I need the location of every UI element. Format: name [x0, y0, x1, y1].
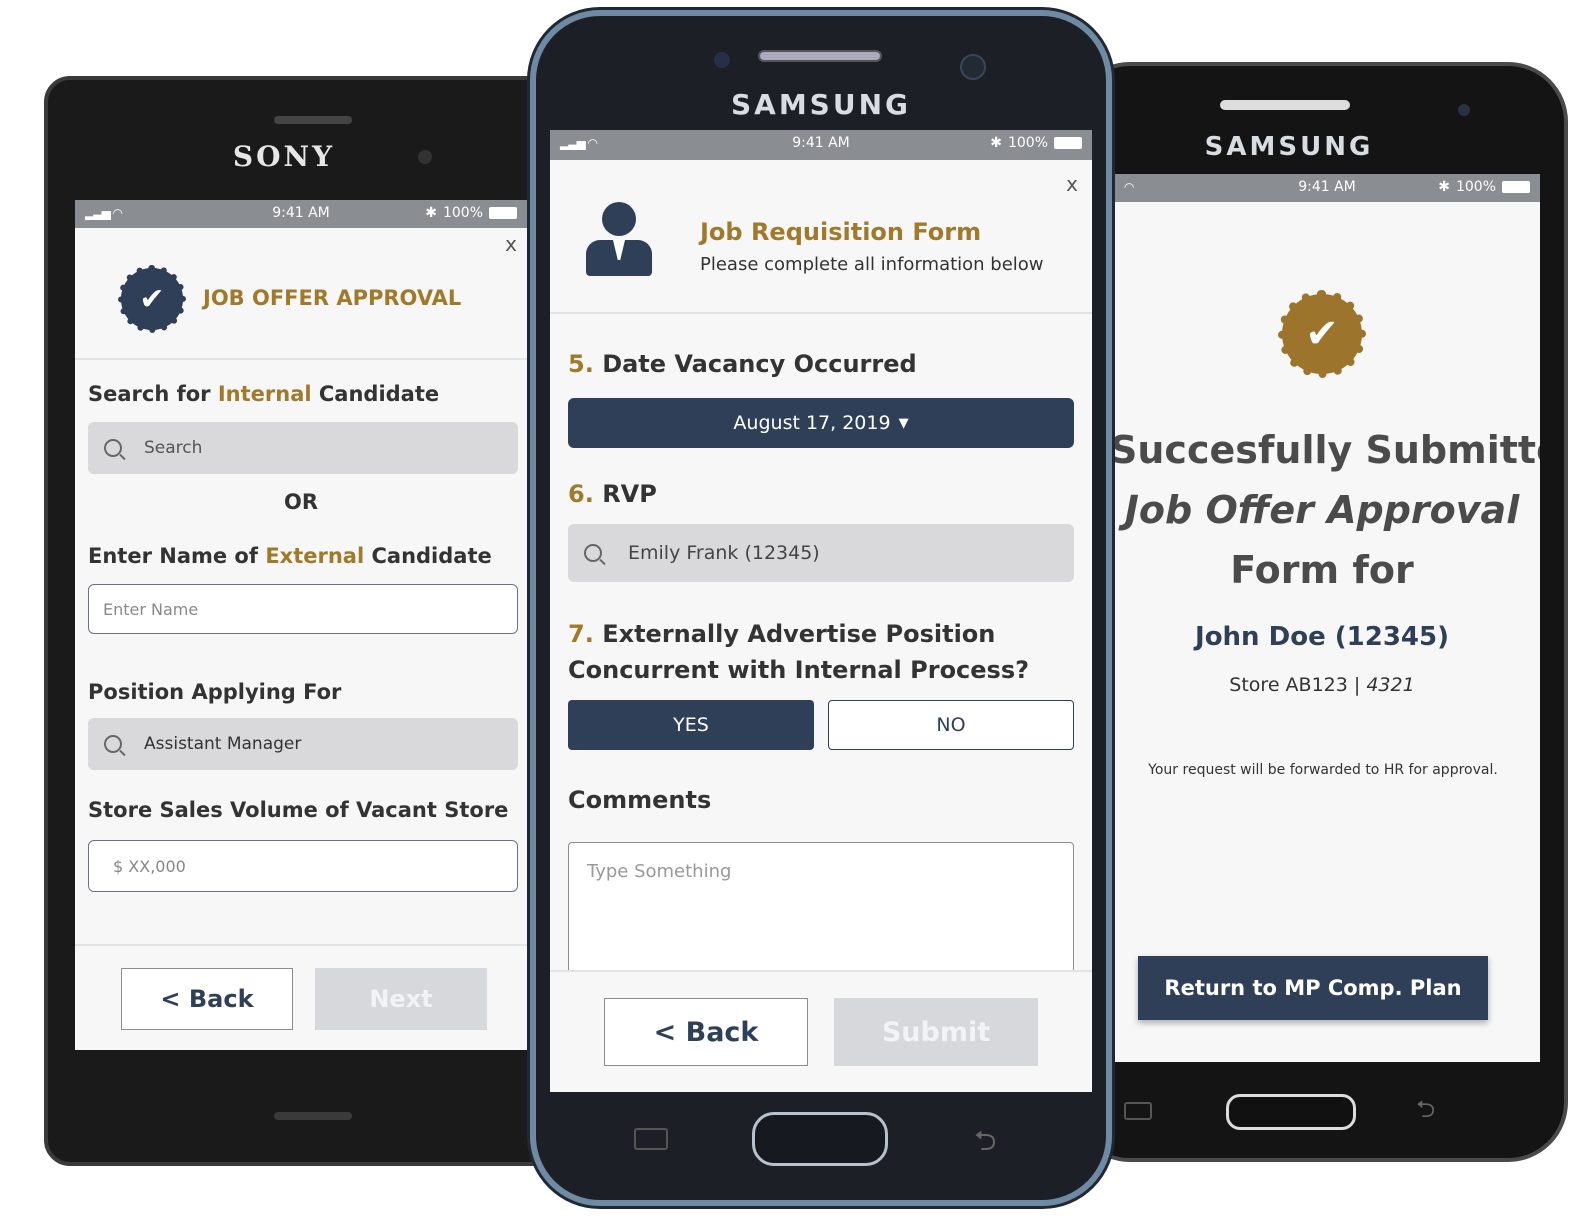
next-button[interactable]: Next	[315, 968, 487, 1030]
page-title: JOB OFFER APPROVAL	[203, 286, 462, 310]
no-toggle[interactable]: NO	[828, 700, 1074, 750]
submit-button[interactable]: Submit	[834, 998, 1038, 1066]
candidate-search-input[interactable]: Search	[88, 422, 518, 474]
front-camera	[418, 150, 432, 164]
question-5-label: 5. Date Vacancy Occurred	[568, 350, 917, 378]
samsung-phone-center: SAMSUNG ▂▃▅ ◠ 9:41 AM ✱ 100% x Job Requis…	[530, 10, 1112, 1206]
status-bar: ▂▃▅ ◠ 9:41 AM ✱ 100%	[75, 200, 527, 228]
yes-toggle[interactable]: YES	[568, 700, 814, 750]
bluetooth-icon: ✱	[990, 135, 1002, 151]
brand-logo: SONY	[232, 140, 336, 173]
question-6-label: 6. RVP	[568, 480, 657, 508]
battery-icon	[489, 207, 517, 219]
store-info: Store AB123 | 4321	[1229, 674, 1415, 696]
battery-icon	[1502, 181, 1530, 193]
samsung-center-screen: ▂▃▅ ◠ 9:41 AM ✱ 100% x Job Requisition Fo…	[550, 130, 1092, 1092]
battery-percent: 100%	[442, 205, 483, 221]
question-7-label: 7. Externally Advertise Position Concurr…	[568, 620, 1030, 684]
return-arrow-icon[interactable]: ⮌	[974, 1120, 996, 1168]
search-icon	[584, 544, 602, 562]
verified-badge-icon: ✔	[1278, 290, 1366, 378]
caret-down-icon: ▼	[898, 415, 909, 431]
comments-label: Comments	[568, 786, 712, 814]
success-line-1: Succesfully Submitted	[1114, 428, 1540, 472]
battery-percent: 100%	[1455, 179, 1496, 195]
home-button[interactable]	[752, 1112, 888, 1166]
return-arrow-icon[interactable]: ⮌	[1416, 1092, 1435, 1133]
back-button[interactable]: < Back	[604, 998, 808, 1066]
success-heading: Succesfully Submitted Job Offer Approval…	[1114, 420, 1540, 600]
front-camera	[1458, 104, 1470, 116]
internal-candidate-label: Search for Internal Candidate	[88, 382, 440, 406]
battery-indicator: ✱ 100%	[1438, 179, 1530, 195]
search-icon	[104, 735, 122, 753]
or-separator: OR	[283, 490, 319, 514]
sony-phone: SONY ▂▃▅ ◠ 9:41 AM ✱ 100% x ✔ JOB OFFER A…	[44, 76, 564, 1166]
date-value: August 17, 2019	[733, 412, 891, 434]
success-line-2: Job Offer Approval	[1124, 488, 1520, 532]
position-label: Position Applying For	[88, 680, 342, 704]
comments-textarea[interactable]: Type Something	[568, 842, 1074, 982]
battery-indicator: ✱ 100%	[425, 205, 517, 221]
front-camera	[960, 54, 986, 80]
status-bar: ▂▃▅ ◠ 9:41 AM ✱ 100%	[550, 130, 1092, 160]
sensor-dot	[714, 52, 730, 68]
bluetooth-icon: ✱	[1438, 179, 1450, 195]
position-value: Assistant Manager	[144, 734, 302, 754]
back-button[interactable]: < Back	[121, 968, 293, 1030]
battery-icon	[1054, 137, 1082, 149]
samsung-right-screen: ◠ 9:41 AM ✱100% ✔ Succesfully Submitted …	[1114, 174, 1540, 1062]
earpiece	[1220, 100, 1350, 110]
sales-volume-input[interactable]: $ XX,000	[88, 840, 518, 892]
header-divider	[550, 312, 1092, 314]
search-placeholder: Search	[144, 438, 203, 458]
samsung-phone-right: SAMSUNG ◠ 9:41 AM ✱ 100% ✔ Succesfully Su…	[1070, 62, 1568, 1162]
earpiece	[758, 50, 882, 62]
date-dropdown[interactable]: August 17, 2019 ▼	[568, 398, 1074, 448]
bottom-speaker	[274, 1112, 352, 1120]
forward-note: Your request will be forwarded to HR for…	[1148, 762, 1498, 778]
sony-screen: ▂▃▅ ◠ 9:41 AM ✱ 100% x ✔ JOB OFFER APPROV…	[75, 200, 527, 1050]
header-divider	[75, 358, 527, 360]
external-name-input[interactable]: Enter Name	[88, 584, 518, 634]
battery-indicator: ✱ 100%	[990, 135, 1082, 151]
battery-percent: 100%	[1007, 135, 1048, 151]
external-candidate-label: Enter Name of External Candidate	[88, 544, 492, 568]
menu-icon[interactable]	[1124, 1102, 1152, 1120]
person-icon	[586, 202, 652, 278]
search-icon	[104, 439, 122, 457]
form-subtitle: Please complete all information below	[700, 254, 1044, 275]
sales-volume-label: Store Sales Volume of Vacant Store	[88, 798, 509, 822]
footer-divider	[75, 944, 527, 946]
brand-logo: SAMSUNG	[730, 88, 912, 121]
recent-apps-icon[interactable]	[634, 1128, 668, 1150]
candidate-name: John Doe (12345)	[1195, 622, 1449, 652]
close-button[interactable]: x	[505, 232, 517, 256]
home-button[interactable]	[1226, 1094, 1356, 1130]
verified-badge-icon: ✔	[118, 265, 186, 333]
earpiece	[274, 116, 352, 124]
brand-logo: SAMSUNG	[1204, 132, 1374, 162]
return-button[interactable]: Return to MP Comp. Plan	[1138, 956, 1488, 1020]
position-search-input[interactable]: Assistant Manager	[88, 718, 518, 770]
bluetooth-icon: ✱	[425, 205, 437, 221]
comments-placeholder: Type Something	[587, 861, 732, 882]
form-title: Job Requisition Form	[700, 218, 982, 246]
rvp-search-input[interactable]: Emily Frank (12345)	[568, 524, 1074, 582]
close-button[interactable]: x	[1066, 172, 1078, 196]
success-line-3: Form for	[1230, 548, 1414, 592]
rvp-value: Emily Frank (12345)	[628, 542, 820, 564]
status-bar: ◠ 9:41 AM ✱ 100%	[1114, 174, 1540, 202]
